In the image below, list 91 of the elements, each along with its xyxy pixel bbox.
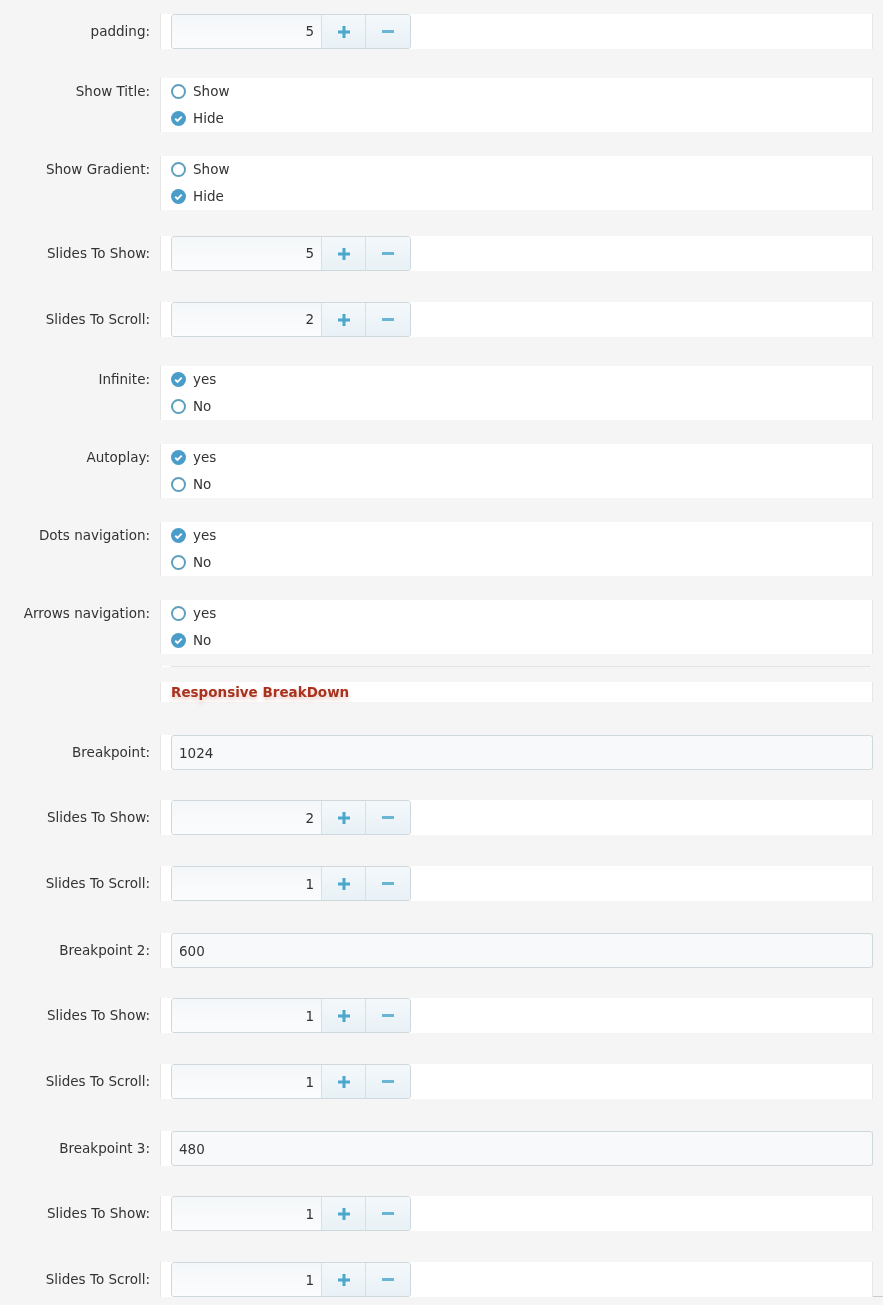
decrement-button[interactable]: [366, 1197, 410, 1231]
radio-checked-icon[interactable]: [171, 528, 186, 543]
minus-icon: [382, 882, 394, 886]
radio-label[interactable]: yes: [193, 522, 217, 549]
radio-button-icon[interactable]: [171, 399, 186, 414]
input-field[interactable]: 480: [171, 1131, 873, 1167]
field-label: Slides To Scroll:: [45, 311, 150, 327]
field-label: padding:: [90, 23, 150, 39]
number-spinner[interactable]: 5: [171, 236, 411, 271]
radio-button-icon[interactable]: [171, 162, 186, 177]
increment-button[interactable]: [322, 1197, 366, 1231]
radio-button-icon[interactable]: [171, 84, 186, 99]
radio-checked-icon[interactable]: [171, 450, 186, 465]
field-label: Breakpoint 2:: [59, 942, 150, 959]
number-spinner[interactable]: 1: [171, 866, 411, 902]
number-spinner[interactable]: 1: [171, 998, 411, 1034]
field-label: Show Gradient:: [45, 161, 150, 177]
plus-icon: [337, 1207, 350, 1220]
field-label: Slides To Show:: [47, 245, 150, 261]
field-label: Slides To Show:: [47, 1205, 150, 1222]
increment-button[interactable]: [322, 1263, 366, 1297]
field-label: Dots navigation:: [38, 527, 150, 543]
field-label: Show Title:: [75, 83, 150, 99]
field-label: Slides To Scroll:: [45, 875, 150, 892]
field-label: Infinite:: [98, 371, 150, 387]
decrement-button[interactable]: [366, 1065, 410, 1099]
radio-label[interactable]: No: [193, 393, 212, 420]
decrement-button[interactable]: [366, 801, 410, 835]
number-spinner[interactable]: 2: [171, 302, 411, 337]
field-label: Slides To Scroll:: [45, 1073, 150, 1090]
radio-button-icon[interactable]: [171, 477, 186, 492]
number-spinner[interactable]: 2: [171, 800, 411, 836]
decrement-button[interactable]: [366, 999, 410, 1033]
radio-button-icon[interactable]: [171, 606, 186, 621]
minus-icon: [382, 1014, 394, 1018]
field-label: Slides To Scroll:: [45, 1271, 150, 1288]
increment-button[interactable]: [322, 801, 366, 835]
plus-icon: [337, 25, 350, 38]
field-label: Slides To Show:: [47, 1007, 150, 1024]
number-spinner[interactable]: 1: [171, 1196, 411, 1232]
minus-icon: [382, 318, 394, 321]
plus-icon: [337, 1009, 350, 1022]
radio-label[interactable]: Hide: [193, 105, 224, 132]
increment-button[interactable]: [322, 867, 366, 901]
radio-label[interactable]: yes: [193, 444, 217, 471]
increment-button[interactable]: [322, 15, 366, 48]
radio-button-icon[interactable]: [171, 555, 186, 570]
radio-label[interactable]: yes: [193, 600, 217, 627]
number-spinner[interactable]: 5: [171, 14, 411, 49]
decrement-button[interactable]: [366, 1263, 410, 1297]
plus-icon: [337, 1273, 350, 1286]
radio-label[interactable]: No: [193, 549, 212, 576]
radio-label[interactable]: No: [193, 627, 212, 654]
decrement-button[interactable]: [366, 303, 410, 336]
field-label: Slides To Show:: [47, 809, 150, 826]
number-spinner[interactable]: 1: [171, 1064, 411, 1100]
section-heading: Responsive BreakDown: [171, 684, 350, 700]
increment-button[interactable]: [322, 999, 366, 1033]
minus-icon: [382, 252, 394, 255]
minus-icon: [382, 1278, 394, 1282]
increment-button[interactable]: [322, 237, 366, 270]
field-label: Autoplay:: [86, 449, 150, 465]
minus-icon: [382, 816, 394, 820]
radio-label[interactable]: Show: [193, 156, 230, 183]
plus-icon: [337, 313, 350, 326]
minus-icon: [382, 1212, 394, 1216]
minus-icon: [382, 30, 394, 33]
radio-label[interactable]: Show: [193, 78, 230, 105]
field-label: Arrows navigation:: [23, 605, 150, 621]
radio-label[interactable]: No: [193, 471, 212, 498]
decrement-button[interactable]: [366, 237, 410, 270]
radio-checked-icon[interactable]: [171, 372, 186, 387]
input-field[interactable]: 600: [171, 933, 873, 969]
plus-icon: [337, 811, 350, 824]
radio-checked-icon[interactable]: [171, 189, 186, 204]
radio-label[interactable]: Hide: [193, 183, 224, 210]
decrement-button[interactable]: [366, 867, 410, 901]
field-label: Breakpoint 3:: [59, 1140, 150, 1157]
plus-icon: [337, 877, 350, 890]
increment-button[interactable]: [322, 303, 366, 336]
increment-button[interactable]: [322, 1065, 366, 1099]
number-spinner[interactable]: 1: [171, 1262, 411, 1298]
field-label: Breakpoint:: [72, 744, 150, 761]
plus-icon: [337, 1075, 350, 1088]
radio-label[interactable]: yes: [193, 366, 217, 393]
minus-icon: [382, 1080, 394, 1084]
input-field[interactable]: 1024: [171, 735, 873, 771]
decrement-button[interactable]: [366, 15, 410, 48]
plus-icon: [337, 247, 350, 260]
radio-checked-icon[interactable]: [171, 111, 186, 126]
radio-checked-icon[interactable]: [171, 633, 186, 648]
